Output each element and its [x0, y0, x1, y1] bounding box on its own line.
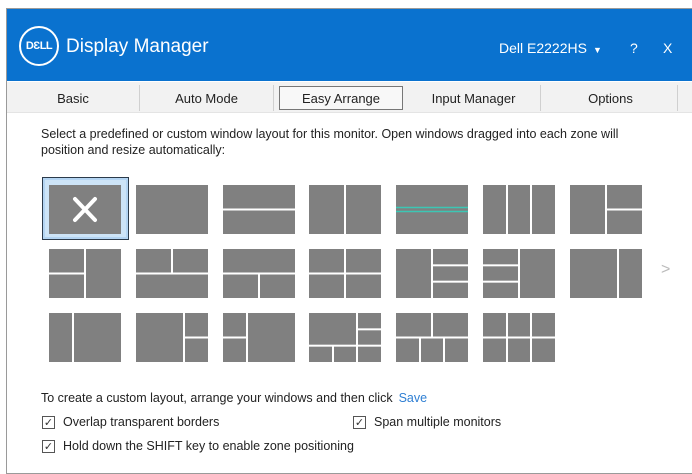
- layout-preview-icon: [49, 313, 121, 362]
- description-text: Select a predefined or custom window lay…: [41, 127, 619, 157]
- layout-preview-icon: [49, 249, 121, 298]
- tab-auto-mode[interactable]: Auto Mode: [140, 85, 274, 111]
- checkbox-label: Overlap transparent borders: [63, 415, 220, 429]
- layout-preview-icon: [135, 185, 208, 234]
- tab-easy-arrange[interactable]: Easy Arrange: [279, 86, 403, 110]
- layout-option-2[interactable]: [135, 185, 208, 234]
- layout-option-7[interactable]: [569, 185, 642, 234]
- save-link[interactable]: Save: [399, 391, 428, 405]
- checkmark-icon: ✓: [42, 415, 55, 429]
- layout-preview-icon: [309, 185, 382, 234]
- checkmark-icon: ✓: [42, 439, 55, 453]
- layout-option-18[interactable]: [309, 313, 382, 362]
- tab-input-manager[interactable]: Input Manager: [407, 85, 541, 111]
- layout-option-15[interactable]: [49, 313, 121, 362]
- layout-preview-icon: [135, 249, 208, 298]
- layout-preview-icon: [49, 185, 121, 234]
- layout-preview-icon: [483, 185, 555, 234]
- checkbox-label: Hold down the SHIFT key to enable zone p…: [63, 439, 354, 453]
- tab-options[interactable]: Options: [544, 85, 678, 111]
- help-button[interactable]: ?: [630, 40, 638, 56]
- layout-preview-icon: [309, 249, 382, 298]
- layout-preview-icon: [396, 249, 469, 298]
- next-page-arrow[interactable]: >: [661, 261, 670, 279]
- dell-logo: DƐLL: [19, 26, 59, 66]
- layout-option-17[interactable]: [222, 313, 295, 362]
- layout-option-9[interactable]: [135, 249, 208, 298]
- layout-preview-icon: [483, 249, 555, 298]
- layout-option-13[interactable]: [483, 249, 555, 298]
- tab-basic[interactable]: Basic: [7, 85, 140, 111]
- custom-layout-text: To create a custom layout, arrange your …: [41, 391, 427, 405]
- checkbox-label: Span multiple monitors: [374, 415, 502, 429]
- layout-preview-icon: [222, 185, 295, 234]
- layout-preview-icon: [569, 249, 642, 298]
- layout-option-3[interactable]: [222, 185, 295, 234]
- layout-option-12[interactable]: [396, 249, 469, 298]
- layout-preview-icon: [396, 185, 469, 234]
- shift-key-checkbox[interactable]: ✓ Hold down the SHIFT key to enable zone …: [42, 439, 354, 453]
- monitor-name: Dell E2222HS: [499, 40, 587, 56]
- layout-preview-icon: [222, 249, 295, 298]
- layout-option-8[interactable]: [49, 249, 121, 298]
- layout-option-19[interactable]: [396, 313, 469, 362]
- layout-option-14[interactable]: [569, 249, 642, 298]
- layout-preview-icon: [309, 313, 382, 362]
- overlap-borders-checkbox[interactable]: ✓ Overlap transparent borders: [42, 415, 219, 429]
- layout-option-5[interactable]: [396, 185, 469, 234]
- dell-display-manager-window: DƐLL Display Manager Dell E2222HS ▼ ? X B…: [6, 8, 692, 474]
- monitor-dropdown[interactable]: Dell E2222HS ▼: [499, 40, 602, 56]
- tab-bar: Basic Auto Mode Easy Arrange Input Manag…: [7, 82, 692, 113]
- layout-option-1[interactable]: [49, 185, 121, 234]
- layout-option-11[interactable]: [309, 249, 382, 298]
- app-title: Display Manager: [66, 36, 209, 57]
- title-bar: DƐLL Display Manager Dell E2222HS ▼ ? X: [7, 9, 692, 81]
- layout-option-10[interactable]: [222, 249, 295, 298]
- close-button[interactable]: X: [663, 40, 672, 56]
- layout-option-16[interactable]: [135, 313, 208, 362]
- layout-preview-icon: [483, 313, 555, 362]
- layout-preview-icon: [396, 313, 469, 362]
- chevron-down-icon: ▼: [592, 45, 602, 55]
- layout-preview-icon: [222, 313, 295, 362]
- layout-option-6[interactable]: [483, 185, 555, 234]
- span-monitors-checkbox[interactable]: ✓ Span multiple monitors: [353, 415, 501, 429]
- layout-option-4[interactable]: [309, 185, 382, 234]
- layout-preview-icon: [569, 185, 642, 234]
- layout-option-20[interactable]: [483, 313, 555, 362]
- layout-preview-icon: [135, 313, 208, 362]
- checkmark-icon: ✓: [353, 415, 366, 429]
- custom-layout-label: To create a custom layout, arrange your …: [41, 391, 393, 405]
